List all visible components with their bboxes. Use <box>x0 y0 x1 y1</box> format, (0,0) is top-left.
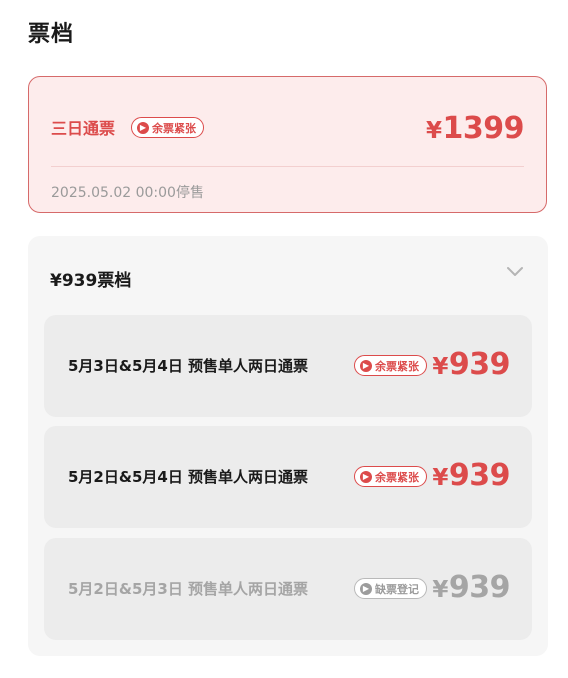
option-price: ¥939 <box>432 458 510 493</box>
tier-price: ¥1399 <box>425 111 525 146</box>
stock-badge: ▶ 余票紧张 <box>354 355 427 376</box>
sale-end-time: 2025.05.02 00:00停售 <box>51 185 204 201</box>
page-title: 票档 <box>28 22 75 47</box>
alert-icon: ▶ <box>360 582 372 595</box>
ticket-option-disabled[interactable]: 5月2日&5月3日 预售单人两日通票 ▶ 缺票登记 ¥939 <box>44 538 532 640</box>
alert-icon: ▶ <box>360 470 372 483</box>
stock-badge-label: 余票紧张 <box>375 359 419 373</box>
tier-name: 三日通票 <box>51 119 116 138</box>
stock-badge-label: 余票紧张 <box>152 121 196 135</box>
ticket-option[interactable]: 5月2日&5月4日 预售单人两日通票 ▶ 余票紧张 ¥939 <box>44 426 532 528</box>
alert-icon: ▶ <box>360 359 372 372</box>
currency-symbol: ¥ <box>425 118 442 144</box>
price-value: 939 <box>448 347 511 382</box>
price-value: 939 <box>448 570 511 605</box>
price-value: 1399 <box>442 111 525 146</box>
currency-symbol: ¥ <box>432 354 448 380</box>
alert-icon: ▶ <box>137 121 149 134</box>
divider <box>51 166 524 167</box>
waitlist-badge-label: 缺票登记 <box>375 582 419 596</box>
option-price: ¥939 <box>432 570 510 605</box>
stock-badge: ▶ 余票紧张 <box>131 117 204 138</box>
option-label: 5月2日&5月4日 预售单人两日通票 <box>68 468 309 486</box>
chevron-down-icon[interactable] <box>504 260 526 282</box>
ticket-tier-three-day[interactable]: 三日通票 ▶ 余票紧张 ¥1399 2025.05.02 00:00停售 <box>28 76 547 213</box>
price-value: 939 <box>448 458 511 493</box>
option-label: 5月3日&5月4日 预售单人两日通票 <box>68 357 309 375</box>
currency-symbol: ¥ <box>432 465 448 491</box>
ticket-group-939: ¥939票档 5月3日&5月4日 预售单人两日通票 ▶ 余票紧张 ¥939 5月… <box>28 236 548 656</box>
stock-badge: ▶ 余票紧张 <box>354 466 427 487</box>
option-label: 5月2日&5月3日 预售单人两日通票 <box>68 580 309 598</box>
currency-symbol: ¥ <box>432 577 448 603</box>
group-title: ¥939票档 <box>50 271 132 291</box>
ticket-option[interactable]: 5月3日&5月4日 预售单人两日通票 ▶ 余票紧张 ¥939 <box>44 315 532 417</box>
waitlist-badge[interactable]: ▶ 缺票登记 <box>354 578 427 599</box>
stock-badge-label: 余票紧张 <box>375 470 419 484</box>
option-price: ¥939 <box>432 347 510 382</box>
